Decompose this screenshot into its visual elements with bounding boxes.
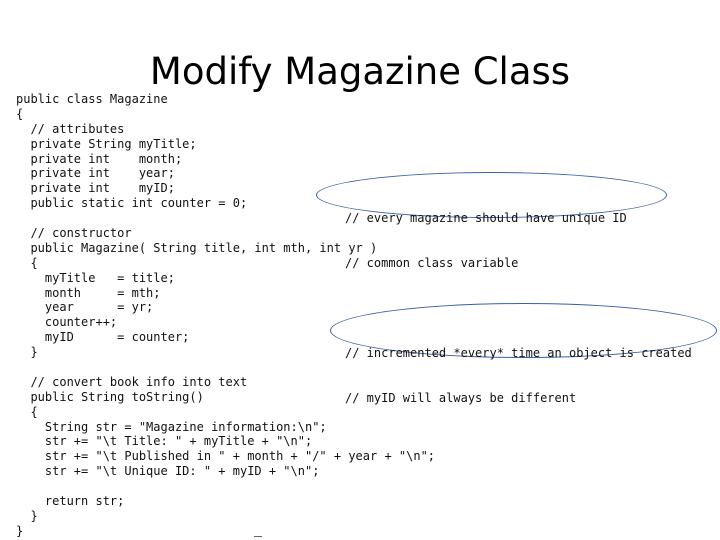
code-line: } <box>16 523 24 538</box>
callout-line: // every magazine should have unique ID <box>345 210 627 225</box>
code-line: private int month; <box>16 151 183 166</box>
code-line: { <box>16 106 24 121</box>
code-line: public class Magazine <box>16 92 168 106</box>
callout-line: // myID will always be different <box>345 390 577 405</box>
callout-note-unique-id: // every magazine should have unique ID … <box>345 181 627 300</box>
divider-mark <box>254 536 262 537</box>
code-line: } <box>16 508 38 523</box>
callout-line: // common class variable <box>345 255 519 270</box>
code-line: return str; <box>16 494 125 509</box>
callout-line: // incremented *every* time an object is… <box>345 345 692 360</box>
slide: Modify Magazine Class public class Magaz… <box>0 0 720 540</box>
code-line: str += "\t Title: " + myTitle + "\n"; <box>16 434 313 449</box>
code-line: str += "\t Published in " + month + "/" … <box>16 449 436 464</box>
code-line: // attributes <box>16 121 125 136</box>
callout-note-counter: // incremented *every* time an object is… <box>345 316 692 435</box>
code-line: str += "\t Unique ID: " + myID + "\n"; <box>16 464 320 479</box>
code-line: private String myTitle; <box>16 136 197 151</box>
